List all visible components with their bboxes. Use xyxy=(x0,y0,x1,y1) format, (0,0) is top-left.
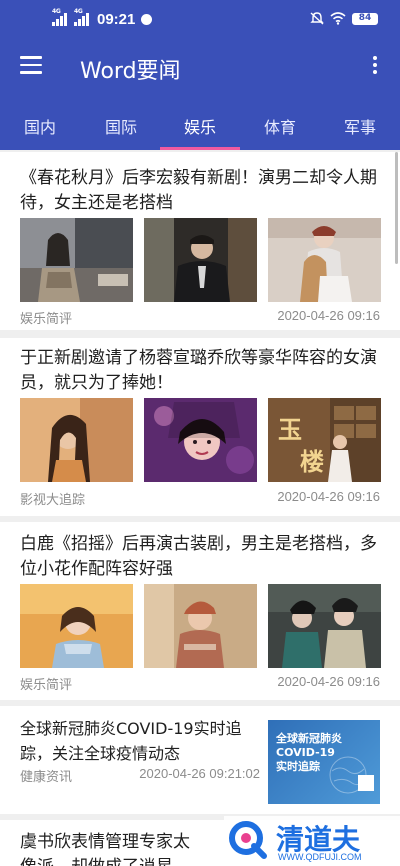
qr-code-icon xyxy=(358,775,374,791)
news-time: 2020-04-26 09:16 xyxy=(277,674,380,689)
status-bar: 4G 4G 09:21 84 xyxy=(0,0,400,36)
news-source: 娱乐简评 xyxy=(20,678,73,693)
news-title: 《春花秋月》后李宏毅有新剧！演男二却令人期待，女主还是老搭档 xyxy=(20,168,377,213)
tab-international[interactable]: 国际 xyxy=(105,114,137,138)
feed-scrollbar[interactable] xyxy=(395,152,398,264)
news-card-banner[interactable]: 全球新冠肺炎COVID-19实时追踪，关注全球疫情动态 健康资讯 2020-04… xyxy=(0,706,400,814)
hamburger-menu-icon[interactable] xyxy=(20,56,42,76)
tab-military[interactable]: 军事 xyxy=(344,114,376,138)
status-time: 09:21 xyxy=(97,11,136,28)
news-thumbnails: 玉 楼 xyxy=(20,398,382,482)
watermark-url: WWW.QDFUJI.COM xyxy=(278,852,362,862)
network-type-label: 4G xyxy=(52,8,61,15)
battery-icon: 84 xyxy=(352,13,378,25)
news-source: 娱乐简评 xyxy=(20,312,73,327)
news-thumbnails xyxy=(20,218,382,302)
news-thumbnail xyxy=(144,398,257,482)
news-thumbnail xyxy=(20,584,133,668)
cellular-signal-icon: 4G xyxy=(52,8,70,26)
thumbnail-text-2: 楼 xyxy=(300,447,324,476)
watermark-logo-icon xyxy=(229,821,267,859)
news-thumbnail xyxy=(268,584,381,668)
news-time: 2020-04-26 09:16 xyxy=(277,308,380,323)
news-title: 于正新剧邀请了杨蓉宣璐乔欣等豪华阵容的女演员，就只为了捧她！ xyxy=(20,348,377,393)
tab-sports[interactable]: 体育 xyxy=(264,114,296,138)
wifi-icon xyxy=(330,12,346,25)
news-thumbnail xyxy=(20,398,133,482)
news-card[interactable]: 《春花秋月》后李宏毅有新剧！演男二却令人期待，女主还是老搭档 娱乐简评 2020… xyxy=(0,152,400,330)
more-vertical-icon[interactable] xyxy=(370,56,380,78)
tab-domestic[interactable]: 国内 xyxy=(24,114,56,138)
cellular-signal-icon-2: 4G xyxy=(74,8,92,26)
banner-line-1: 全球新冠肺炎 xyxy=(276,732,342,745)
news-feed[interactable]: 《春花秋月》后李宏毅有新剧！演男二却令人期待，女主还是老搭档 娱乐简评 2020… xyxy=(0,150,400,866)
news-title: 白鹿《招摇》后再演古装剧，男主是老搭档，多位小花作配阵容好强 xyxy=(20,534,377,579)
news-time: 2020-04-26 09:16 xyxy=(277,489,380,504)
news-source: 影视大追踪 xyxy=(20,493,86,508)
category-tab-bar: 国内 国际 娱乐 体育 军事 xyxy=(0,98,400,150)
notification-dot-icon xyxy=(141,14,152,25)
thumbnail-text-1: 玉 xyxy=(278,415,302,444)
news-thumbnail: 玉 楼 xyxy=(268,398,381,482)
news-thumbnail xyxy=(144,218,257,302)
network-type-label-2: 4G xyxy=(74,8,83,15)
news-source: 健康资讯 xyxy=(20,770,73,785)
covid-banner-image: 全球新冠肺炎 COVID-19 实时追踪 xyxy=(268,720,380,804)
app-bar: Word要闻 xyxy=(0,36,400,98)
app-title: Word要闻 xyxy=(80,59,181,84)
news-thumbnails xyxy=(20,584,382,668)
news-time: 2020-04-26 09:21:02 xyxy=(139,766,260,781)
mute-bell-icon xyxy=(310,12,324,25)
news-thumbnail xyxy=(268,218,381,302)
news-card[interactable]: 白鹿《招摇》后再演古装剧，男主是老搭档，多位小花作配阵容好强 娱乐简评 2020… xyxy=(0,522,400,700)
news-thumbnail xyxy=(144,584,257,668)
news-title: 全球新冠肺炎COVID-19实时追踪，关注全球疫情动态 xyxy=(20,719,242,763)
news-thumbnail xyxy=(20,218,133,302)
tab-entertainment[interactable]: 娱乐 xyxy=(184,114,216,138)
site-watermark: 清道夫 WWW.QDFUJI.COM xyxy=(224,816,400,866)
news-card[interactable]: 于正新剧邀请了杨蓉宣璐乔欣等豪华阵容的女演员，就只为了捧她！ 玉 楼 影视大追踪… xyxy=(0,338,400,516)
